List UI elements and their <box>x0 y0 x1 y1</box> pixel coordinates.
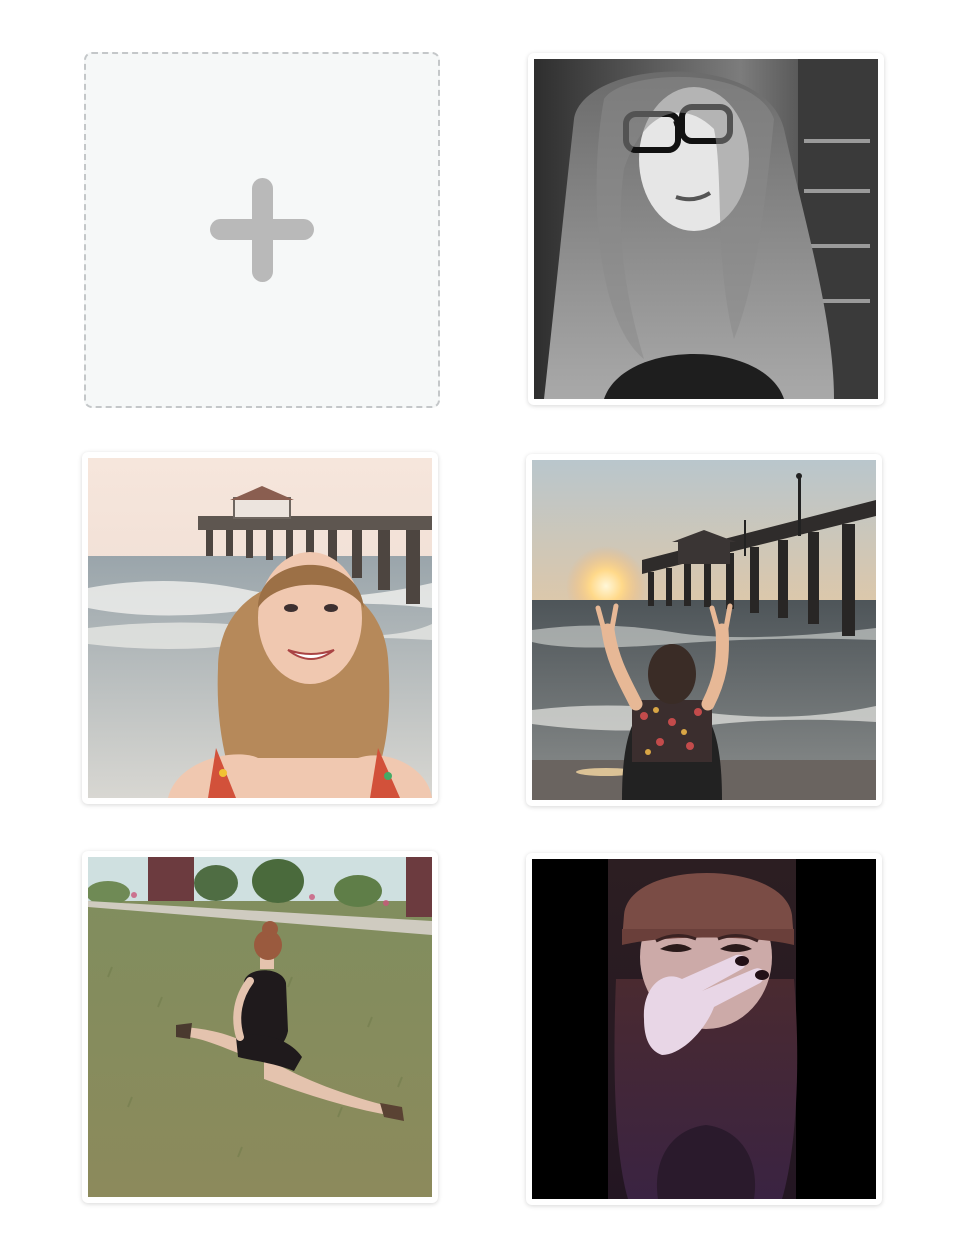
photo-image <box>532 460 876 800</box>
photo-thumbnail-5[interactable] <box>526 853 882 1205</box>
photo-gallery-grid <box>0 0 960 1260</box>
photo-image <box>88 857 432 1197</box>
photo-thumbnail-2[interactable] <box>82 452 438 804</box>
photo-image <box>532 859 876 1199</box>
photo-image <box>534 59 878 399</box>
add-photo-button[interactable] <box>84 52 440 408</box>
photo-thumbnail-3[interactable] <box>526 454 882 806</box>
photo-thumbnail-4[interactable] <box>82 851 438 1203</box>
photo-thumbnail-1[interactable] <box>528 53 884 405</box>
photo-image <box>88 458 432 798</box>
plus-icon <box>210 178 314 282</box>
